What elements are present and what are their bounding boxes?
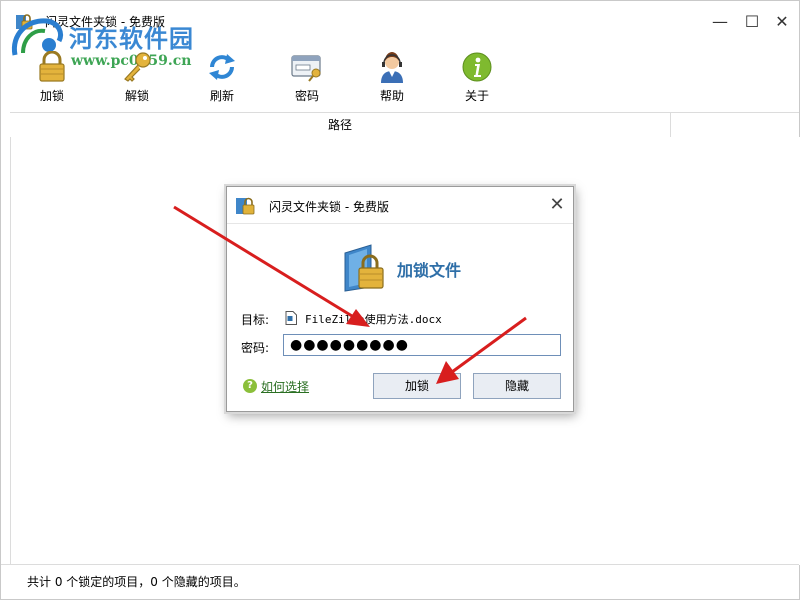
maximize-button[interactable]: ☐ — [741, 11, 763, 33]
status-text: 共计 0 个锁定的项目，0 个隐藏的项目。 — [27, 575, 246, 589]
title-bar: 闪灵文件夹锁 - 免费版 — ☐ ✕ — [1, 1, 799, 41]
lock-file-icon — [344, 244, 384, 292]
toolbar-help-button[interactable]: 帮助 — [357, 45, 427, 105]
help-question-icon: ? — [243, 379, 257, 393]
toolbar-refresh-label: 刷新 — [209, 89, 234, 103]
dialog-title-bar: 闪灵文件夹锁 - 免费版 ✕ — [227, 187, 573, 223]
list-header: 路径 — [10, 112, 799, 138]
toolbar-about-button[interactable]: 关于 — [442, 45, 512, 105]
column-header-path[interactable]: 路径 — [10, 113, 671, 137]
toolbar-help-label: 帮助 — [379, 89, 404, 103]
toolbar-password-label: 密码 — [294, 89, 319, 103]
close-button[interactable]: ✕ — [771, 11, 793, 33]
toolbar-password-button[interactable]: 密码 — [272, 45, 342, 105]
hide-button[interactable]: 隐藏 — [473, 373, 561, 399]
dialog-divider — [227, 223, 573, 224]
toolbar-refresh-button[interactable]: 刷新 — [187, 45, 257, 105]
password-card-icon — [291, 55, 321, 82]
toolbar-lock-label: 加锁 — [39, 89, 64, 103]
password-input[interactable]: ●●●●●●●●● — [283, 334, 561, 356]
toolbar-unlock-label: 解锁 — [124, 89, 149, 103]
dialog-heading: 加锁文件 — [397, 261, 462, 280]
window-title: 闪灵文件夹锁 - 免费版 — [45, 15, 165, 29]
password-label: 密码: — [241, 341, 270, 355]
lock-button[interactable]: 加锁 — [373, 373, 461, 399]
toolbar-unlock-button[interactable]: 解锁 — [102, 45, 172, 105]
target-file-name: FileZilla使用方法.docx — [305, 313, 442, 326]
key-icon — [124, 52, 151, 82]
target-label: 目标: — [241, 313, 270, 327]
dialog-title: 闪灵文件夹锁 - 免费版 — [269, 200, 389, 214]
status-bar: 共计 0 个锁定的项目，0 个隐藏的项目。 — [1, 564, 799, 600]
info-icon — [462, 52, 492, 82]
how-to-choose-link[interactable]: 如何选择 — [261, 378, 309, 395]
dialog-app-icon — [236, 197, 255, 215]
app-lock-icon — [16, 14, 33, 30]
toolbar-lock-button[interactable]: 加锁 — [17, 45, 87, 105]
refresh-icon — [209, 54, 235, 80]
lock-icon — [39, 51, 65, 82]
dialog-close-button[interactable]: ✕ — [545, 193, 569, 217]
lock-file-dialog: 闪灵文件夹锁 - 免费版 ✕ 加锁文件 目标: FileZilla使用方法.do… — [226, 186, 574, 412]
support-agent-icon — [381, 52, 403, 83]
toolbar-about-label: 关于 — [464, 89, 489, 103]
minimize-button[interactable]: — — [709, 11, 731, 33]
document-icon — [285, 311, 297, 325]
toolbar: 加锁 解锁 刷新 密码 帮助 关于 — [1, 45, 799, 109]
